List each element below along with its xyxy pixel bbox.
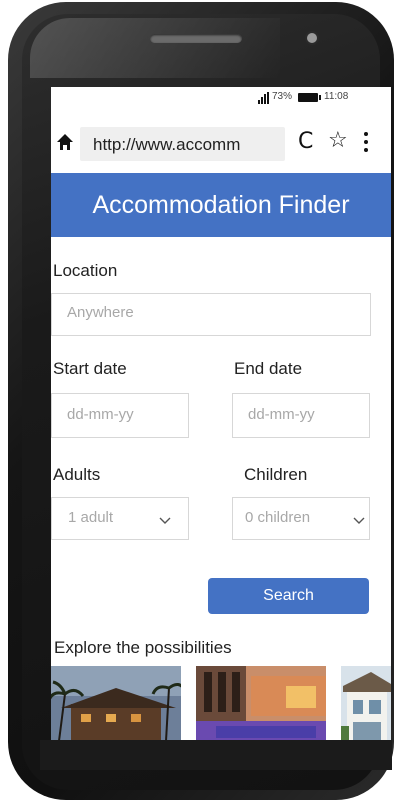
children-value: 0 children: [245, 509, 311, 526]
battery-percent: 73%: [272, 91, 293, 102]
signal-icon: [258, 92, 269, 104]
navigation-bar: [40, 740, 392, 770]
home-icon[interactable]: [56, 133, 74, 151]
more-menu-icon[interactable]: [364, 132, 370, 152]
speaker-grille: [150, 34, 242, 43]
app-header: Accommodation Finder: [51, 173, 391, 237]
end-date-placeholder: dd-mm-yy: [248, 406, 315, 423]
front-camera: [307, 33, 317, 43]
bookmark-star-icon[interactable]: ☆: [328, 130, 348, 152]
clock: 11:08: [324, 91, 349, 102]
phone-screen: 73% 11:08 http://www.accomm C ☆ Accommod…: [51, 87, 391, 741]
end-date-input[interactable]: dd-mm-yy: [232, 393, 370, 438]
start-date-placeholder: dd-mm-yy: [67, 406, 134, 423]
adults-value: 1 adult: [68, 509, 114, 526]
search-button[interactable]: Search: [208, 578, 369, 614]
chevron-down-icon: [353, 517, 365, 524]
chevron-down-icon: [159, 517, 171, 524]
reload-icon[interactable]: C: [298, 131, 313, 153]
children-label: Children: [244, 465, 308, 484]
page-title: Accommodation Finder: [92, 191, 350, 219]
adults-label: Adults: [53, 465, 101, 484]
explore-heading: Explore the possibilities: [54, 638, 232, 657]
location-input[interactable]: Anywhere: [51, 293, 371, 336]
location-label: Location: [53, 261, 118, 280]
battery-icon: [298, 93, 321, 102]
start-date-input[interactable]: dd-mm-yy: [51, 393, 189, 438]
adults-select[interactable]: 1 adult: [51, 497, 189, 540]
end-date-label: End date: [234, 359, 303, 378]
hotel-pool-thumbnail[interactable]: [196, 666, 326, 741]
phone-frame: 73% 11:08 http://www.accomm C ☆ Accommod…: [0, 0, 399, 804]
children-select[interactable]: 0 children: [232, 497, 370, 540]
url-field[interactable]: http://www.accomm: [80, 127, 285, 161]
start-date-label: Start date: [53, 359, 127, 378]
villa-thumbnail[interactable]: [341, 666, 391, 741]
status-bar: 73% 11:08: [51, 87, 391, 109]
location-placeholder: Anywhere: [67, 304, 134, 321]
url-text: http://www.accomm: [93, 135, 241, 154]
bezel-glare: [30, 18, 280, 78]
browser-toolbar: http://www.accomm C ☆: [51, 117, 391, 169]
resort-thumbnail[interactable]: [51, 666, 181, 741]
